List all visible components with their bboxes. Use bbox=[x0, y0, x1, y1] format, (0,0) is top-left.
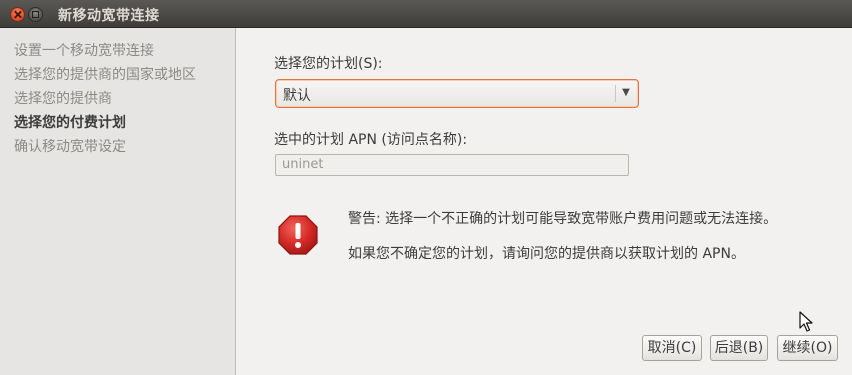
warning-icon bbox=[278, 215, 318, 255]
warning-message: 警告: 选择一个不正确的计划可能导致宽带账户费用问题或无法连接。 bbox=[348, 211, 778, 227]
close-icon[interactable] bbox=[10, 7, 25, 22]
plan-select-value: 默认 bbox=[283, 88, 311, 104]
chevron-down-icon[interactable]: ▼ bbox=[620, 87, 632, 99]
cancel-button[interactable]: 取消(C) bbox=[642, 335, 702, 361]
plan-label: 选择您的计划(S): bbox=[274, 56, 383, 72]
steps-sidebar: 设置一个移动宽带连接 选择您的提供商的国家或地区 选择您的提供商 选择您的付费计… bbox=[0, 28, 236, 375]
combo-separator bbox=[615, 85, 616, 102]
mouse-pointer-icon bbox=[799, 311, 813, 332]
step-choose-provider: 选择您的提供商 bbox=[14, 91, 112, 107]
plan-page: 选择您的计划(S): 默认 ▼ 选中的计划 APN (访问点名称): unine… bbox=[237, 28, 852, 375]
info-message: 如果您不确定您的计划，请询问您的提供商以获取计划的 APN。 bbox=[348, 246, 745, 262]
step-setup-connection: 设置一个移动宽带连接 bbox=[14, 43, 154, 59]
window-title: 新移动宽带连接 bbox=[58, 8, 160, 24]
title-bar[interactable]: 新移动宽带连接 bbox=[0, 0, 852, 28]
new-mobile-broadband-window: 新移动宽带连接 设置一个移动宽带连接 选择您的提供商的国家或地区 选择您的提供商… bbox=[0, 0, 852, 375]
steps-list: 设置一个移动宽带连接 选择您的提供商的国家或地区 选择您的提供商 选择您的付费计… bbox=[0, 28, 235, 159]
step-choose-country: 选择您的提供商的国家或地区 bbox=[14, 67, 196, 83]
step-choose-plan: 选择您的付费计划 bbox=[14, 115, 126, 131]
back-button[interactable]: 后退(B) bbox=[710, 335, 768, 361]
plan-select[interactable]: 默认 ▼ bbox=[275, 79, 639, 108]
step-confirm-settings: 确认移动宽带设定 bbox=[14, 139, 126, 155]
minimize-icon[interactable] bbox=[28, 7, 43, 22]
continue-button[interactable]: 继续(O) bbox=[777, 335, 838, 361]
apn-field[interactable]: uninet bbox=[275, 154, 629, 176]
apn-label: 选中的计划 APN (访问点名称): bbox=[274, 132, 468, 148]
